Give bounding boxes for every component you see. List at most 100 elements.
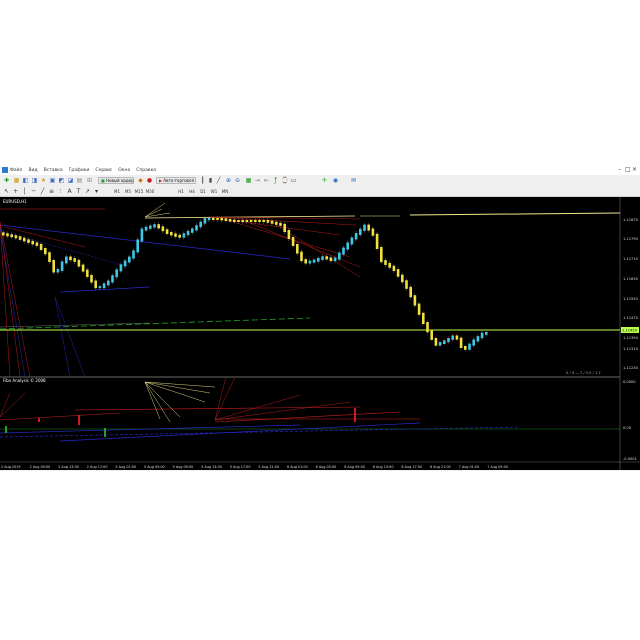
chart-window[interactable]: EURUSD,H1 Fibo Analysis © 2008 1.11870 1…: [0, 197, 640, 470]
menu-charts[interactable]: Графики: [69, 168, 90, 173]
options-icon[interactable]: ⊞: [86, 177, 93, 184]
timeframe-w1[interactable]: W1: [209, 188, 219, 195]
channel-icon[interactable]: ≡: [48, 188, 55, 195]
autotrade-button[interactable]: ▶ Авто-торговля: [156, 177, 196, 184]
zoom-out-icon[interactable]: ⊖: [234, 177, 241, 184]
tile-icon[interactable]: ▦: [245, 177, 252, 184]
candle: [23, 237, 26, 242]
time-tick: 5 Aug 13:00: [201, 465, 222, 469]
price-tick: 1.11630: [623, 277, 639, 281]
metaeditor-icon[interactable]: ◆: [137, 177, 144, 184]
arrows-icon[interactable]: ↗: [84, 188, 91, 195]
candle: [132, 250, 135, 259]
candle: [451, 335, 454, 340]
new-order-button[interactable]: ■ Новый ордер: [98, 177, 134, 184]
candle: [102, 283, 106, 289]
price-tick: 1.11310: [623, 347, 639, 351]
time-tick: 2 Aug 13:00: [58, 465, 79, 469]
profiles-icon[interactable]: ▦: [13, 177, 20, 184]
candle: [317, 257, 320, 262]
timeframe-mn[interactable]: MN: [220, 188, 230, 195]
menu-tools[interactable]: Сервис: [95, 168, 112, 173]
signals-icon[interactable]: ●: [146, 177, 153, 184]
crosshair-tool-icon[interactable]: +: [12, 188, 19, 195]
menu-insert[interactable]: Вставка: [44, 168, 63, 173]
candle: [464, 346, 467, 350]
indicator-trend-blue: [0, 422, 521, 442]
candle: [60, 261, 64, 271]
candle: [354, 233, 358, 240]
timeframe-m30[interactable]: M30: [145, 188, 155, 195]
histogram-bar: [354, 408, 356, 422]
candle: [2, 232, 5, 236]
indicators-icon[interactable]: ƒ: [272, 177, 279, 184]
candle: [52, 260, 55, 273]
indicator-label: Fibo Analysis © 2008: [3, 378, 46, 383]
candle: [136, 239, 139, 253]
candle: [459, 337, 463, 348]
time-tick: 5 Aug 21:00: [258, 465, 279, 469]
candle-chart-icon[interactable]: ▮: [207, 177, 214, 184]
histogram-bar: [104, 428, 106, 437]
market-watch-icon[interactable]: ◧: [22, 177, 29, 184]
zoom-in-icon[interactable]: ⊕: [225, 177, 232, 184]
candle: [18, 236, 22, 240]
globe-icon[interactable]: ◉: [332, 177, 339, 184]
trendline-icon[interactable]: ╱: [39, 188, 46, 195]
navigator-icon[interactable]: ★: [40, 177, 47, 184]
periods-icon[interactable]: ⌚: [281, 177, 288, 184]
timeframe-h4[interactable]: H4: [187, 188, 197, 195]
history-icon[interactable]: ▤: [76, 177, 83, 184]
close-icon[interactable]: ×: [632, 166, 637, 174]
tester-icon[interactable]: ◩: [58, 177, 65, 184]
dropdown-icon[interactable]: ▾: [93, 188, 100, 195]
candle: [165, 229, 169, 234]
autoscroll-icon[interactable]: ⇥: [254, 177, 261, 184]
editor-icon[interactable]: ◪: [67, 177, 74, 184]
timeframe-h1[interactable]: H1: [176, 188, 186, 195]
candle: [447, 337, 450, 343]
crosshair-icon[interactable]: ✛: [321, 177, 328, 184]
line-chart-icon[interactable]: ╱: [215, 177, 222, 184]
templates-icon[interactable]: ▭: [290, 177, 297, 184]
candle: [417, 303, 421, 315]
new-order-icon: ■: [101, 178, 105, 183]
data-window-icon[interactable]: ◨: [31, 177, 38, 184]
candle: [161, 226, 165, 232]
menu-window[interactable]: Окно: [118, 168, 130, 173]
candle: [216, 218, 219, 220]
candle: [77, 259, 81, 267]
text-tool-icon[interactable]: A: [66, 188, 73, 195]
label-tool-icon[interactable]: T: [75, 188, 82, 195]
timeframe-m1[interactable]: M1: [112, 188, 122, 195]
menu-file[interactable]: Файл: [10, 168, 22, 173]
timeframe-m15[interactable]: M15: [134, 188, 144, 195]
timeframe-m5[interactable]: M5: [123, 188, 133, 195]
candle: [237, 220, 240, 222]
maximize-icon[interactable]: □: [625, 166, 631, 174]
candle: [119, 264, 123, 272]
menu-view[interactable]: Вид: [28, 168, 37, 173]
candle: [405, 280, 408, 289]
cursor-icon[interactable]: ↖: [3, 188, 10, 195]
timeframe-d1[interactable]: D1: [198, 188, 208, 195]
chart-canvas[interactable]: EURUSD,H1 Fibo Analysis © 2008 1.11870 1…: [0, 197, 640, 470]
price-tick: 1.11710: [623, 257, 639, 261]
time-tick: 2 Aug 17:00: [87, 465, 108, 469]
new-chart-icon[interactable]: ✚: [3, 177, 10, 184]
candle: [111, 275, 114, 283]
menu-help[interactable]: Справка: [136, 168, 156, 173]
terminal-icon[interactable]: ▣: [49, 177, 56, 184]
vertical-line-icon[interactable]: │: [21, 188, 28, 195]
bar-chart-icon[interactable]: ┃: [199, 177, 206, 184]
mail-icon[interactable]: ✉: [350, 177, 357, 184]
minimize-icon[interactable]: –: [618, 166, 621, 174]
candle: [10, 234, 13, 238]
horizontal-line-icon[interactable]: ─: [30, 188, 37, 195]
fibo-icon[interactable]: ⫶: [57, 188, 64, 195]
candle: [224, 218, 228, 221]
chart-shift-icon[interactable]: ⇤: [263, 177, 270, 184]
indicator-scale-top: 0.0000: [623, 380, 636, 384]
candle: [367, 224, 370, 231]
current-price-label: 1.11420: [622, 329, 638, 333]
